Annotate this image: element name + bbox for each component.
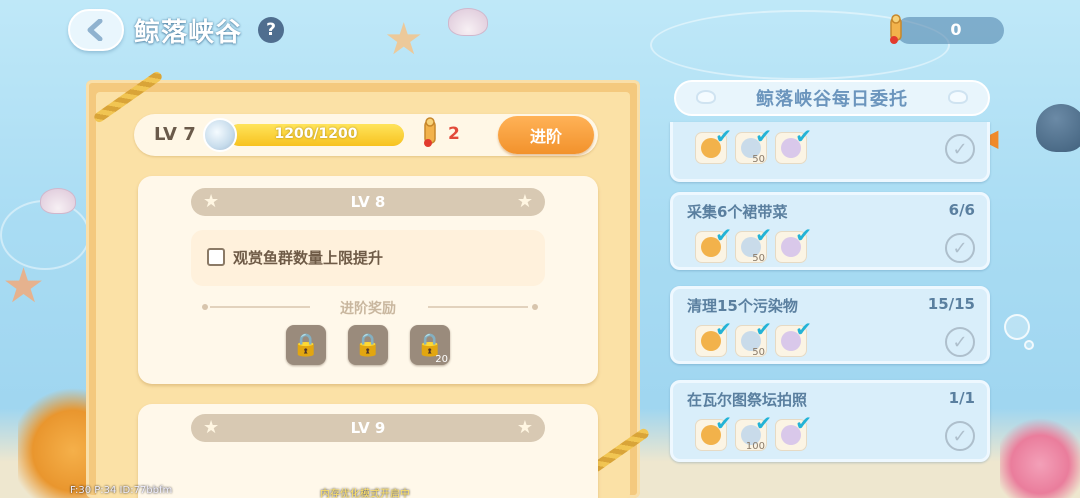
coral-decoration [1000, 414, 1080, 498]
daily-tasks-title-text: 鲸落峡谷每日委托 [756, 89, 908, 110]
bubble [1024, 340, 1034, 350]
shell-icon [696, 90, 716, 104]
scroll-icon [890, 14, 902, 44]
check-icon: ✔ [715, 124, 732, 148]
page-title: 鲸落峡谷 [134, 18, 243, 48]
starfish-icon: ★ [384, 14, 424, 65]
task-card: ✔ ✔ 50 ✔ ✓ [670, 122, 990, 182]
lock-icon: 🔒 [354, 332, 382, 358]
reward-slot[interactable]: 🔒 [286, 325, 326, 365]
check-icon: ✔ [795, 317, 812, 341]
reward-slot[interactable]: 🔒 20 [410, 325, 450, 365]
scroll-icon [424, 117, 436, 147]
level-card-title: LV 8 [350, 193, 386, 211]
level-card-header: ★ LV 8 ★ [191, 188, 545, 216]
divider-dot [532, 304, 538, 310]
level-effect: 观赏鱼群数量上限提升 [191, 230, 545, 286]
reward-qty: 50 [752, 347, 765, 358]
reward-item: ✔ [695, 124, 732, 164]
task-count: 15/15 [927, 295, 975, 313]
divider [428, 306, 528, 308]
memory-notice: 内存优化模式开启中 [320, 489, 410, 498]
task-card: 清理15个污染物 15/15 ✔ ✔ 50 ✔ ✓ [670, 286, 990, 364]
reward-item: ✔ [695, 411, 732, 451]
check-icon: ✔ [755, 317, 772, 341]
star-icon: ★ [203, 191, 220, 212]
level-card-title: LV 9 [350, 419, 386, 437]
pearl-icon [203, 118, 237, 152]
lock-icon: 🔒 [292, 332, 320, 358]
task-name: 在瓦尔图祭坛拍照 [687, 391, 808, 409]
reward-slot[interactable]: 🔒 [348, 325, 388, 365]
task-name: 采集6个裙带菜 [687, 203, 788, 221]
reward-item: ✔ [775, 124, 812, 164]
check-icon: ✔ [715, 223, 732, 247]
check-icon: ✔ [795, 411, 812, 435]
currency-value: 0 [950, 20, 962, 39]
reward-item: ✔ [695, 317, 732, 357]
level-card-header: ★ LV 9 ★ [191, 414, 545, 442]
star-icon: ★ [203, 417, 220, 438]
shell-icon [948, 90, 968, 104]
reward-item: ✔ 100 [735, 411, 772, 452]
level-card: ★ LV 8 ★ 观赏鱼群数量上限提升 进阶奖励 🔒 🔒 🔒 20 [138, 176, 598, 384]
reward-item: ✔ [775, 411, 812, 451]
reward-qty: 20 [435, 354, 448, 365]
shell-icon [448, 8, 488, 36]
level-progress-bar: 1200/1200 [228, 124, 404, 146]
task-complete-icon[interactable]: ✓ [945, 421, 975, 451]
task-complete-icon[interactable]: ✓ [945, 233, 975, 263]
task-name: 清理15个污染物 [687, 297, 798, 315]
check-icon: ✔ [755, 411, 772, 435]
back-button[interactable] [68, 9, 124, 51]
current-level: LV 7 [154, 124, 196, 145]
reward-item: ✔ [695, 223, 732, 263]
level-effect-text: 观赏鱼群数量上限提升 [233, 249, 384, 267]
check-icon: ✔ [715, 411, 732, 435]
advance-button[interactable]: 进阶 [498, 116, 594, 154]
level-progress-text: 1200/1200 [274, 126, 358, 142]
check-icon: ✔ [795, 223, 812, 247]
perf-stats: F:30 P:34 ID:77bbfm [70, 485, 173, 496]
document-icon [207, 248, 225, 266]
reward-item: ✔ 50 [735, 124, 772, 165]
reward-qty: 50 [752, 154, 765, 165]
starfish-icon: ★ [2, 258, 46, 314]
level-card: ★ LV 9 ★ [138, 404, 598, 498]
task-count: 6/6 [948, 201, 975, 219]
reward-qty: 100 [745, 441, 765, 452]
check-icon: ✔ [755, 124, 772, 148]
star-icon: ★ [516, 417, 533, 438]
advance-cost-count: 2 [448, 124, 460, 144]
task-count: 1/1 [948, 389, 975, 407]
chevron-left-icon [87, 19, 103, 41]
task-complete-icon[interactable]: ✓ [945, 327, 975, 357]
shell-icon [40, 188, 76, 214]
daily-tasks-title: 鲸落峡谷每日委托 [674, 80, 990, 116]
reward-label: 进阶奖励 [340, 301, 396, 317]
reward-item: ✔ 50 [735, 317, 772, 358]
reward-item: ✔ 50 [735, 223, 772, 264]
reward-qty: 50 [752, 253, 765, 264]
task-complete-icon[interactable]: ✓ [945, 134, 975, 164]
check-icon: ✔ [715, 317, 732, 341]
check-icon: ✔ [795, 124, 812, 148]
task-card: 采集6个裙带菜 6/6 ✔ ✔ 50 ✔ ✓ [670, 192, 990, 270]
reward-item: ✔ [775, 223, 812, 263]
bubble [1004, 314, 1030, 340]
check-icon: ✔ [755, 223, 772, 247]
reward-item: ✔ [775, 317, 812, 357]
star-icon: ★ [516, 191, 533, 212]
help-button[interactable]: ? [258, 17, 284, 43]
currency-counter: 0 [896, 17, 1004, 44]
rock-icon [1036, 104, 1080, 152]
task-card: 在瓦尔图祭坛拍照 1/1 ✔ ✔ 100 ✔ ✓ [670, 380, 990, 462]
